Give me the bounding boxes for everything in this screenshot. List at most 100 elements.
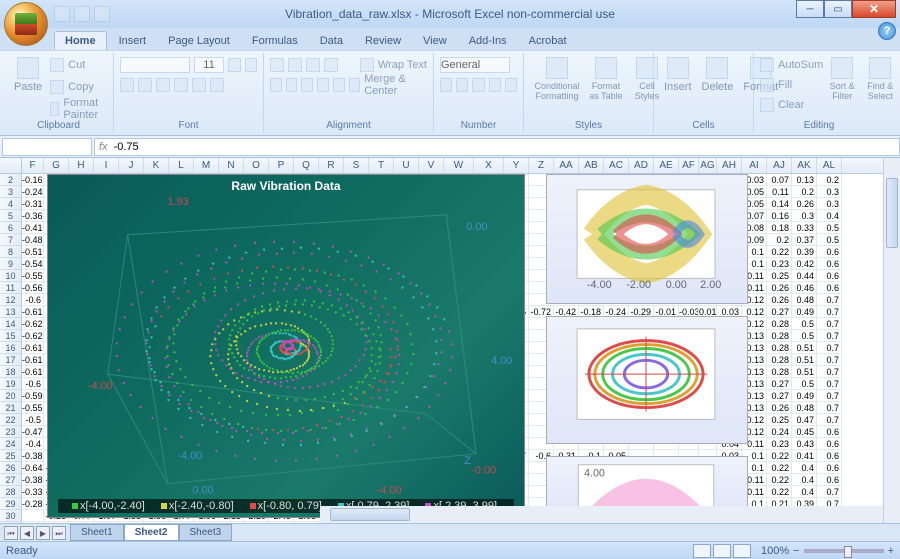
cell[interactable]: 0.22 <box>767 246 792 258</box>
cell[interactable]: 0.4 <box>792 462 817 474</box>
col-header[interactable]: J <box>119 158 144 173</box>
tab-nav-prev[interactable]: ◀ <box>20 526 34 540</box>
row-header[interactable]: 21 <box>0 402 21 414</box>
cell[interactable]: 0.18 <box>767 222 792 234</box>
col-header[interactable]: I <box>94 158 119 173</box>
row-header[interactable]: 4 <box>0 198 21 210</box>
cell[interactable]: -0.6 <box>22 378 44 390</box>
cell[interactable]: -0.62 <box>22 330 44 342</box>
tab-nav-next[interactable]: ▶ <box>36 526 50 540</box>
chart-3d-scatter[interactable]: Raw Vibration Data 1.93 0.00 4.00 -4.00 … <box>47 174 525 518</box>
cell[interactable]: -0.5 <box>22 414 44 426</box>
autosum-button[interactable]: AutoSum <box>760 55 823 75</box>
cell[interactable]: 0.6 <box>817 246 842 258</box>
tab-nav-last[interactable]: ⏭ <box>52 526 66 540</box>
maximize-button[interactable]: ▭ <box>824 0 852 18</box>
cell[interactable]: 0.26 <box>792 198 817 210</box>
cut-button[interactable]: Cut <box>50 55 107 75</box>
col-header[interactable]: K <box>144 158 169 173</box>
number-format-combo[interactable] <box>440 57 510 73</box>
row-header[interactable]: 11 <box>0 282 21 294</box>
comma-icon[interactable] <box>472 78 484 92</box>
cell[interactable]: 0.46 <box>792 282 817 294</box>
underline-icon[interactable] <box>156 78 170 92</box>
row-header[interactable]: 3 <box>0 186 21 198</box>
col-header[interactable]: L <box>169 158 194 173</box>
delete-cells-button[interactable]: Delete <box>698 55 738 95</box>
cell[interactable]: -0.31 <box>22 198 44 210</box>
row-header[interactable]: 17 <box>0 354 21 366</box>
cell[interactable]: 0.6 <box>817 474 842 486</box>
office-button[interactable] <box>4 2 48 46</box>
cell[interactable]: 0.22 <box>767 474 792 486</box>
cell[interactable]: 0.25 <box>767 414 792 426</box>
border-icon[interactable] <box>174 78 188 92</box>
col-header[interactable]: M <box>194 158 219 173</box>
row-header[interactable]: 15 <box>0 330 21 342</box>
minimize-button[interactable]: ─ <box>796 0 824 18</box>
cell[interactable]: 0.5 <box>792 378 817 390</box>
cell[interactable]: 0.23 <box>767 258 792 270</box>
cell[interactable]: 0.6 <box>817 462 842 474</box>
row-header[interactable]: 22 <box>0 414 21 426</box>
sort-filter-button[interactable]: Sort & Filter <box>823 55 861 115</box>
cell[interactable]: -0.16 <box>22 174 44 186</box>
shrink-font-icon[interactable] <box>245 58 258 72</box>
cell[interactable]: 0.33 <box>792 222 817 234</box>
view-pagebreak-icon[interactable] <box>733 544 751 558</box>
cell[interactable]: 0.16 <box>767 210 792 222</box>
ribbon-tab-formulas[interactable]: Formulas <box>242 32 308 50</box>
col-header[interactable]: R <box>319 158 344 173</box>
redo-icon[interactable] <box>94 6 110 22</box>
cell[interactable]: -0.61 <box>22 306 44 318</box>
row-header[interactable]: 24 <box>0 438 21 450</box>
row-header[interactable]: 5 <box>0 210 21 222</box>
fill-color-icon[interactable] <box>192 78 206 92</box>
cell[interactable]: 0.47 <box>792 414 817 426</box>
help-button[interactable]: ? <box>878 22 896 40</box>
col-header[interactable]: AA <box>554 158 579 173</box>
col-header[interactable]: S <box>344 158 369 173</box>
cell[interactable]: 0.27 <box>767 306 792 318</box>
cell[interactable]: 0.6 <box>817 426 842 438</box>
orientation-icon[interactable] <box>324 58 338 72</box>
scrollbar-thumb[interactable] <box>886 178 898 248</box>
grow-font-icon[interactable] <box>228 58 241 72</box>
cell[interactable]: 0.4 <box>817 210 842 222</box>
cell[interactable]: -0.33 <box>22 486 44 498</box>
cell[interactable]: 0.7 <box>817 354 842 366</box>
col-header[interactable]: AH <box>717 158 742 173</box>
col-header[interactable]: AE <box>654 158 679 173</box>
ribbon-tab-acrobat[interactable]: Acrobat <box>519 32 577 50</box>
row-header[interactable]: 23 <box>0 426 21 438</box>
cell[interactable]: 0.48 <box>792 294 817 306</box>
cell[interactable]: 0.3 <box>792 210 817 222</box>
col-header[interactable]: AB <box>579 158 604 173</box>
cell[interactable]: 0.39 <box>792 246 817 258</box>
cell[interactable]: 0.37 <box>792 234 817 246</box>
cell[interactable]: 0.43 <box>792 438 817 450</box>
cell[interactable]: -0.24 <box>22 186 44 198</box>
cell[interactable]: 0.27 <box>767 378 792 390</box>
cell[interactable]: -0.59 <box>22 390 44 402</box>
cell[interactable]: 0.28 <box>767 318 792 330</box>
cell[interactable]: -0.28 <box>22 498 44 510</box>
cell[interactable]: 0.45 <box>792 426 817 438</box>
col-header[interactable]: X <box>474 158 504 173</box>
indent-inc-icon[interactable] <box>333 78 345 92</box>
percent-icon[interactable] <box>456 78 468 92</box>
cell[interactable]: 0.4 <box>792 474 817 486</box>
cell[interactable]: 0.26 <box>767 402 792 414</box>
cell[interactable]: 0.7 <box>817 342 842 354</box>
row-header[interactable]: 9 <box>0 258 21 270</box>
cell[interactable]: -0.4 <box>22 438 44 450</box>
row-header[interactable]: 6 <box>0 222 21 234</box>
cell[interactable]: -0.56 <box>22 282 44 294</box>
row-header[interactable]: 13 <box>0 306 21 318</box>
currency-icon[interactable] <box>440 78 452 92</box>
cell[interactable]: -0.38 <box>22 474 44 486</box>
col-header[interactable]: V <box>419 158 444 173</box>
cell[interactable]: 0.28 <box>767 366 792 378</box>
cell[interactable]: -0.6 <box>22 294 44 306</box>
cell[interactable]: -0.36 <box>22 210 44 222</box>
